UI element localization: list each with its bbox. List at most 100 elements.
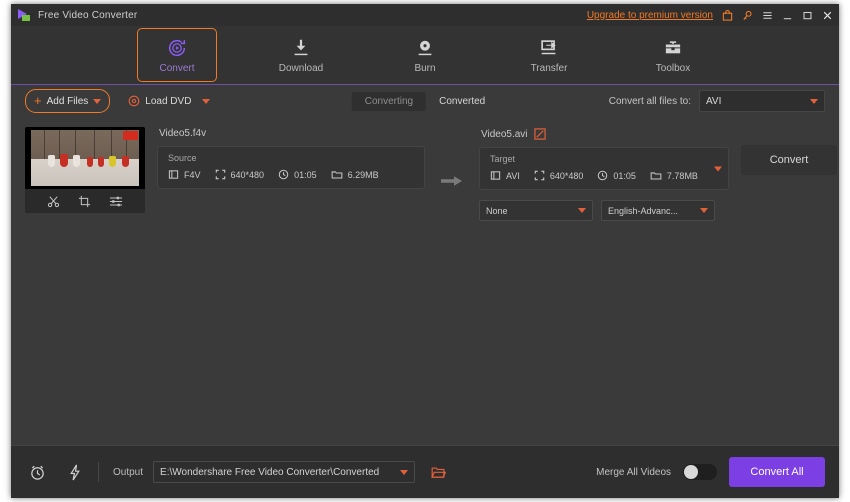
burn-disc-icon <box>414 37 436 59</box>
crop-icon[interactable] <box>78 195 91 208</box>
maximize-icon[interactable] <box>802 10 813 21</box>
merge-all-videos-toggle[interactable] <box>683 464 717 480</box>
convert-circle-arrow-icon <box>166 37 188 59</box>
folder-size-icon <box>331 171 342 179</box>
output-label: Output <box>113 466 144 478</box>
target-title: Target <box>490 154 516 164</box>
edit-icon[interactable] <box>533 128 546 140</box>
source-duration-value: 01:05 <box>294 169 317 180</box>
subtitle-value: None <box>486 205 508 216</box>
nav-label-toolbox: Toolbox <box>655 62 691 74</box>
open-folder-icon[interactable] <box>431 466 447 479</box>
convert-all-format-value: AVI <box>706 95 722 107</box>
download-arrow-icon <box>290 37 312 59</box>
status-tabs: Converting Converted <box>351 91 499 111</box>
audio-chevron-down-icon <box>700 208 708 213</box>
add-files-button[interactable]: + Add Files <box>25 89 111 113</box>
app-title: Free Video Converter <box>38 9 138 21</box>
source-size: 6.29MB <box>331 169 379 180</box>
nav-item-transfer[interactable]: Transfer <box>509 28 589 82</box>
convert-all-to-label: Convert all files to: <box>608 95 691 107</box>
nav-label-burn: Burn <box>414 62 436 74</box>
convert-button[interactable]: Convert <box>741 145 837 175</box>
watermark-badge <box>123 131 138 140</box>
trim-icon[interactable] <box>47 195 60 208</box>
target-size-value: 7.78MB <box>666 170 698 181</box>
source-duration: 01:05 <box>278 169 317 180</box>
disc-icon <box>128 95 140 107</box>
lightning-bolt-icon[interactable] <box>62 464 88 481</box>
toggle-knob <box>684 465 698 479</box>
audio-track-select[interactable]: English-Advanc... <box>601 200 715 221</box>
source-title: Source <box>168 153 197 163</box>
effects-icon[interactable] <box>109 195 123 208</box>
add-files-label: Add Files <box>46 95 89 107</box>
convert-all-chevron-down-icon <box>810 98 818 104</box>
target-format: AVI <box>490 170 520 181</box>
nav-item-download[interactable]: Download <box>261 28 341 82</box>
source-resolution: 640*480 <box>215 169 264 180</box>
file-list: Video5.f4v Source F4V 640*480 01:05 6.29… <box>11 117 839 445</box>
cart-icon[interactable] <box>722 9 733 21</box>
subtitle-select[interactable]: None <box>479 200 593 221</box>
source-size-value: 6.29MB <box>347 169 379 180</box>
thumbnail-tools <box>25 189 145 213</box>
audio-track-value: English-Advanc... <box>608 205 679 216</box>
tab-converting[interactable]: Converting <box>351 91 427 111</box>
bottom-right-group: Merge All Videos Convert All <box>596 457 825 487</box>
key-icon[interactable] <box>742 10 753 21</box>
target-resolution: 640*480 <box>534 170 584 181</box>
convert-all-format-select[interactable]: AVI <box>699 90 825 112</box>
target-info-box: Target AVI 640*480 01:05 7.78MB <box>479 147 729 190</box>
source-info-box: Source F4V 640*480 01:05 6.29MB <box>157 146 425 189</box>
upgrade-link[interactable]: Upgrade to premium version <box>587 10 713 21</box>
transfer-device-icon <box>538 37 560 59</box>
resolution-icon <box>215 169 225 180</box>
target-format-value: AVI <box>506 170 520 181</box>
app-window: Free Video Converter Upgrade to premium … <box>11 4 839 498</box>
toolbox-icon <box>662 37 684 59</box>
source-format-value: F4V <box>184 169 201 180</box>
file-format-icon <box>490 171 501 180</box>
target-column: Video5.avi Target AVI 640*480 01:05 7.78… <box>479 127 729 221</box>
alarm-clock-icon[interactable] <box>23 464 52 481</box>
plus-icon: + <box>34 93 42 108</box>
load-dvd-chevron-down-icon[interactable] <box>202 98 211 104</box>
target-duration-value: 01:05 <box>613 170 636 181</box>
target-format-chevron-down-icon[interactable] <box>714 166 722 171</box>
file-format-icon <box>168 170 179 179</box>
load-dvd-label: Load DVD <box>145 95 192 107</box>
load-dvd-button[interactable]: Load DVD <box>122 90 216 112</box>
target-file-name-row: Video5.avi <box>481 128 729 140</box>
resolution-icon <box>534 170 545 181</box>
video-thumbnail[interactable] <box>25 127 145 189</box>
add-files-chevron-down-icon[interactable] <box>93 98 102 104</box>
nav-label-convert: Convert <box>159 62 195 74</box>
hamburger-menu-icon[interactable] <box>762 10 773 21</box>
target-file-name: Video5.avi <box>481 128 528 140</box>
nav-label-download: Download <box>278 62 324 74</box>
nav-item-burn[interactable]: Burn <box>385 28 465 82</box>
merge-all-videos-label: Merge All Videos <box>596 466 671 478</box>
nav-item-toolbox[interactable]: Toolbox <box>633 28 713 82</box>
folder-size-icon <box>650 172 662 180</box>
output-path-select[interactable]: E:\Wondershare Free Video Converter\Conv… <box>153 461 416 483</box>
source-file-name: Video5.f4v <box>159 128 207 139</box>
clock-icon <box>278 169 289 180</box>
output-path-value: E:\Wondershare Free Video Converter\Conv… <box>160 466 380 478</box>
main-nav: Convert Download Burn Transfer Toolbox <box>11 26 839 85</box>
file-row: Video5.f4v Source F4V 640*480 01:05 6.29… <box>25 127 837 231</box>
close-icon[interactable] <box>822 10 833 21</box>
minimize-icon[interactable] <box>782 10 793 21</box>
convert-all-button[interactable]: Convert All <box>729 457 825 487</box>
action-toolbar: + Add Files Load DVD Converting Converte… <box>11 85 839 117</box>
target-duration: 01:05 <box>597 170 636 181</box>
target-resolution-value: 640*480 <box>549 170 584 181</box>
source-format: F4V <box>168 169 201 180</box>
arrow-right-icon <box>441 176 462 186</box>
tab-converted[interactable]: Converted <box>426 92 498 111</box>
window-controls: Upgrade to premium version <box>587 10 833 21</box>
play-logo-icon <box>18 9 32 21</box>
convert-column: Convert <box>741 127 837 175</box>
nav-item-convert[interactable]: Convert <box>137 28 217 82</box>
